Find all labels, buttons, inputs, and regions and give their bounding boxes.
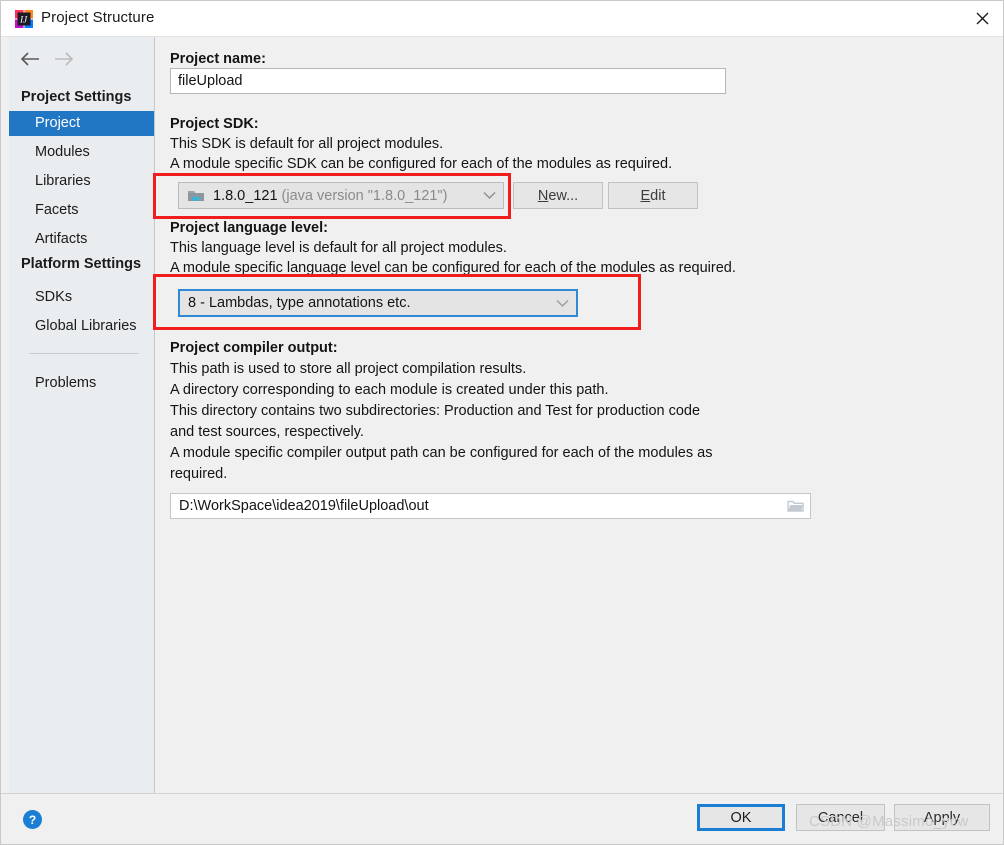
language-level-description-line1: This language level is default for all p…	[170, 240, 507, 256]
svg-text:IJ: IJ	[19, 15, 28, 25]
window-title: Project Structure	[41, 9, 155, 26]
title-bar: IJ Project Structure	[1, 1, 1003, 37]
project-sdk-version: 1.8.0_121	[213, 187, 278, 204]
apply-button[interactable]: Apply	[894, 804, 990, 831]
compiler-output-description-line5: A module specific compiler output path c…	[170, 445, 713, 461]
edit-sdk-button-mnemonic: E	[640, 187, 651, 204]
sidebar-item-artifacts[interactable]: Artifacts	[9, 227, 154, 252]
project-name-input[interactable]	[170, 68, 726, 94]
settings-panel: Project name: Project SDK: This SDK is d…	[156, 37, 997, 793]
sidebar-item-problems[interactable]: Problems	[9, 371, 154, 396]
sidebar-group-project-settings: Project Settings	[21, 89, 132, 105]
sidebar-item-label: Global Libraries	[35, 318, 137, 334]
sidebar-item-label: Facets	[35, 202, 79, 218]
project-sdk-description-line2: A module specific SDK can be configured …	[170, 156, 673, 172]
sidebar: Project Settings Project Modules Librari…	[9, 37, 155, 793]
compiler-output-description-line4: and test sources, respectively.	[170, 424, 364, 440]
sidebar-item-modules[interactable]: Modules	[9, 140, 154, 165]
compiler-output-label: Project compiler output:	[170, 340, 338, 356]
compiler-output-description-line1: This path is used to store all project c…	[170, 361, 527, 377]
compiler-output-path-field[interactable]	[170, 493, 811, 519]
edit-sdk-button[interactable]: Edit	[608, 182, 698, 209]
arrow-right-icon[interactable]	[49, 45, 79, 73]
java-sdk-folder-icon	[187, 188, 205, 204]
edit-sdk-button-label: dit	[650, 187, 666, 204]
compiler-output-description-line3: This directory contains two subdirectori…	[170, 403, 701, 419]
project-sdk-label: Project SDK:	[170, 116, 259, 132]
new-sdk-button-mnemonic: N	[537, 187, 549, 204]
intellij-idea-logo-icon: IJ	[15, 10, 33, 28]
sidebar-item-label: Project	[35, 115, 81, 131]
sidebar-item-project[interactable]: Project	[9, 111, 154, 136]
svg-text:?: ?	[29, 813, 36, 827]
project-sdk-description-line1: This SDK is default for all project modu…	[170, 136, 444, 152]
sidebar-item-label: Libraries	[35, 173, 91, 189]
new-sdk-button[interactable]: New...	[513, 182, 603, 209]
nav-arrows	[9, 45, 155, 77]
sidebar-item-libraries[interactable]: Libraries	[9, 169, 154, 194]
language-level-label: Project language level:	[170, 220, 328, 236]
language-level-combo[interactable]: 8 - Lambdas, type annotations etc.	[178, 289, 578, 317]
sidebar-item-facets[interactable]: Facets	[9, 198, 154, 223]
project-name-label: Project name:	[170, 51, 266, 67]
language-level-description-line2: A module specific language level can be …	[170, 260, 736, 276]
chevron-down-icon[interactable]	[475, 191, 503, 200]
new-sdk-button-label: ew...	[548, 187, 579, 204]
folder-browse-icon[interactable]	[780, 499, 810, 513]
sidebar-item-sdks[interactable]: SDKs	[9, 285, 154, 310]
compiler-output-description-line6: required.	[170, 466, 228, 482]
sidebar-item-global-libraries[interactable]: Global Libraries	[9, 314, 154, 339]
project-sdk-combo[interactable]: 1.8.0_121 (java version "1.8.0_121")	[178, 182, 504, 209]
arrow-left-icon[interactable]	[15, 45, 45, 73]
sidebar-left-margin	[1, 37, 9, 793]
ok-button[interactable]: OK	[697, 804, 785, 831]
project-structure-dialog: IJ Project Structure Project Settings Pr…	[0, 0, 1004, 845]
sidebar-divider	[29, 353, 139, 354]
sidebar-item-label: Modules	[35, 144, 90, 160]
compiler-output-path-input[interactable]	[171, 497, 780, 515]
sidebar-group-platform-settings: Platform Settings	[21, 256, 142, 272]
project-sdk-value: 1.8.0_121 (java version "1.8.0_121")	[205, 188, 475, 204]
chevron-down-icon[interactable]	[548, 299, 576, 308]
sidebar-item-label: SDKs	[35, 289, 73, 305]
close-icon[interactable]	[959, 1, 1003, 36]
language-level-value: 8 - Lambdas, type annotations etc.	[188, 295, 411, 311]
sidebar-item-label: Problems	[35, 375, 97, 391]
cancel-button[interactable]: Cancel	[796, 804, 885, 831]
project-sdk-detail: (java version "1.8.0_121")	[281, 187, 448, 204]
sidebar-item-label: Artifacts	[35, 231, 88, 247]
help-question-icon[interactable]: ?	[23, 810, 42, 829]
compiler-output-description-line2: A directory corresponding to each module…	[170, 382, 609, 398]
